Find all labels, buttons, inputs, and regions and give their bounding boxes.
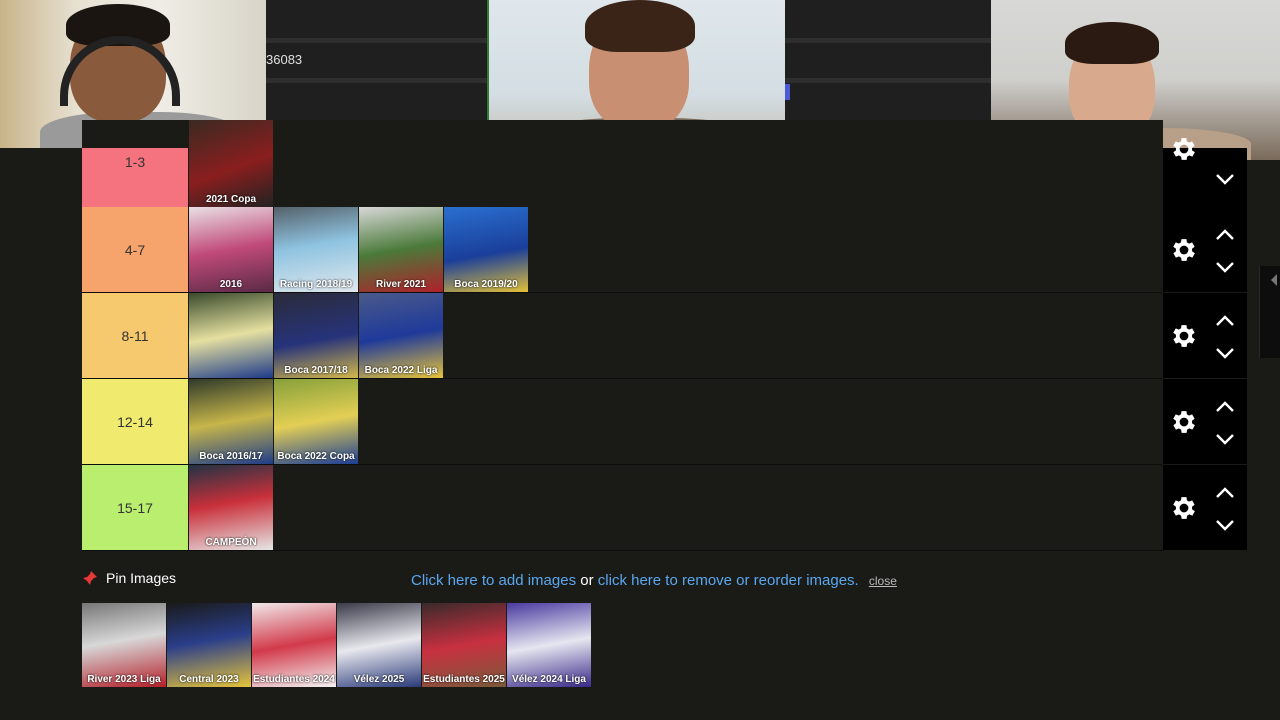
image-actions: Click here to add images or click here t… xyxy=(411,572,897,589)
remove-reorder-images-link[interactable]: click here to remove or reorder images. xyxy=(598,572,859,589)
move-up-icon[interactable] xyxy=(1215,486,1235,498)
tier-image-tile[interactable]: Boca 2017/18 xyxy=(274,293,358,378)
chevron-left-icon xyxy=(1271,274,1277,286)
tier-image-tile[interactable]: Boca 2022 Copa xyxy=(274,379,358,464)
move-down-icon[interactable] xyxy=(1215,346,1235,359)
tier-image-tile[interactable]: CAMPEÓN xyxy=(189,465,273,550)
tier-label[interactable]: 4-7 xyxy=(82,207,188,292)
move-down-icon[interactable] xyxy=(1215,432,1235,445)
move-up-icon[interactable] xyxy=(1215,400,1235,412)
tile-caption: Boca 2016/17 xyxy=(199,451,263,462)
obscured-app-region xyxy=(785,0,991,120)
divider xyxy=(785,78,991,83)
tier-items: CAMPEÓN xyxy=(189,465,274,550)
tier-items: 2016 Racing 2018/19 River 2021 Boca 2019/20 xyxy=(189,207,529,292)
tile-caption: Estudiantes 2025 xyxy=(423,674,505,685)
tier-items: 2021 Copa xyxy=(189,120,274,207)
move-up-icon[interactable] xyxy=(1215,314,1235,326)
tier-row: 12-14 Boca 2016/17 Boca 2022 Copa xyxy=(82,379,1163,465)
tile-caption: Racing 2018/19 xyxy=(279,279,353,290)
tier-row: 8-11 Boca 2017/18 Boca 2022 Liga xyxy=(82,293,1163,379)
move-down-icon[interactable] xyxy=(1215,260,1235,273)
gear-icon[interactable] xyxy=(1169,493,1199,523)
tier-image-tile[interactable]: River 2021 xyxy=(359,207,443,292)
tier-controls xyxy=(1163,207,1247,292)
tile-caption: Central 2023 xyxy=(179,674,239,685)
close-link[interactable]: close xyxy=(869,574,897,588)
bank-image-tile[interactable]: Vélez 2025 xyxy=(337,603,421,687)
pin-images-label: Pin Images xyxy=(106,570,177,586)
pushpin-icon xyxy=(83,571,97,585)
tier-label[interactable]: 12-14 xyxy=(82,379,188,464)
partial-id-text: 36083 xyxy=(266,52,303,67)
tier-image-tile[interactable]: Racing 2018/19 xyxy=(274,207,358,292)
gear-icon[interactable] xyxy=(1169,235,1199,265)
tier-image-tile[interactable]: Boca 2019/20 xyxy=(444,207,528,292)
gear-icon[interactable] xyxy=(1169,321,1199,351)
tier-items: Boca 2016/17 Boca 2022 Copa xyxy=(189,379,359,464)
tile-caption: 2021 Copa xyxy=(205,194,257,205)
tier-image-tile[interactable] xyxy=(189,293,273,378)
tile-caption: Boca 2017/18 xyxy=(284,365,348,376)
tier-controls xyxy=(1163,293,1247,378)
move-down-icon[interactable] xyxy=(1215,172,1235,185)
add-images-link[interactable]: Click here to add images xyxy=(411,572,576,589)
resize-handle[interactable] xyxy=(785,84,790,100)
bank-image-tile[interactable]: River 2023 Liga xyxy=(82,603,166,687)
tier-controls xyxy=(1163,379,1247,464)
side-panel-toggle[interactable] xyxy=(1259,266,1280,358)
tile-caption: Boca 2019/20 xyxy=(454,279,518,290)
tile-caption: Boca 2022 Liga xyxy=(364,365,438,376)
divider xyxy=(785,38,991,43)
tier-controls xyxy=(1163,138,1247,207)
bank-image-tile[interactable]: Estudiantes 2024 xyxy=(252,603,336,687)
tile-caption: Estudiantes 2024 xyxy=(253,674,335,685)
bank-image-tile[interactable]: Estudiantes 2025 xyxy=(422,603,506,687)
obscured-app-region: 36083 xyxy=(266,0,489,120)
move-down-icon[interactable] xyxy=(1215,518,1235,531)
tier-row: 1-3 2021 Copa xyxy=(82,120,1163,208)
gear-icon[interactable] xyxy=(1169,134,1199,164)
pin-images-toggle[interactable]: Pin Images xyxy=(82,570,176,586)
tier-image-tile[interactable]: 2016 xyxy=(189,207,273,292)
tile-caption: River 2023 Liga xyxy=(87,674,161,685)
tier-list-page: 36083 1-3 2021 Copa 4-7 2016 Racing 2018/19 R… xyxy=(0,0,1280,720)
tile-caption: Boca 2022 Copa xyxy=(277,451,355,462)
tile-caption: Vélez 2025 xyxy=(353,674,405,685)
tile-caption: Vélez 2024 Liga xyxy=(512,674,586,685)
tier-row: 15-17 CAMPEÓN xyxy=(82,465,1163,551)
move-up-icon[interactable] xyxy=(1215,228,1235,240)
tier-label[interactable]: 15-17 xyxy=(82,465,188,550)
bank-image-tile[interactable]: Vélez 2024 Liga xyxy=(507,603,591,687)
tier-row: 4-7 2016 Racing 2018/19 River 2021 Boca 2019… xyxy=(82,207,1163,293)
tier-image-tile[interactable]: Boca 2016/17 xyxy=(189,379,273,464)
tier-label[interactable]: 1-3 xyxy=(82,148,188,207)
tile-caption: River 2021 xyxy=(375,279,427,290)
tier-controls xyxy=(1163,465,1247,550)
divider xyxy=(266,38,489,43)
image-bank: River 2023 Liga Central 2023 Estudiantes 2… xyxy=(82,603,592,687)
tier-label[interactable]: 8-11 xyxy=(82,293,188,378)
divider xyxy=(266,78,489,83)
or-text: or xyxy=(580,572,594,589)
tier-image-tile[interactable]: 2021 Copa xyxy=(189,120,273,207)
bank-image-tile[interactable]: Central 2023 xyxy=(167,603,251,687)
tile-caption: 2016 xyxy=(219,279,243,290)
tier-items: Boca 2017/18 Boca 2022 Liga xyxy=(189,293,444,378)
tier-image-tile[interactable]: Boca 2022 Liga xyxy=(359,293,443,378)
tile-caption: CAMPEÓN xyxy=(205,537,257,548)
gear-icon[interactable] xyxy=(1169,407,1199,437)
webcam-person-hair xyxy=(585,0,695,52)
webcam-person-hair xyxy=(1065,22,1159,64)
